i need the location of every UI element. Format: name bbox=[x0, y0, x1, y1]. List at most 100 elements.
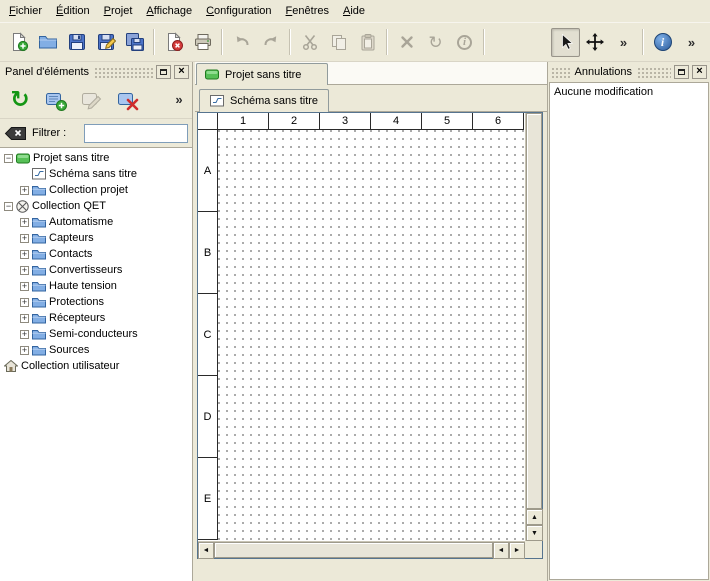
tree-item-sources[interactable]: + Sources bbox=[0, 342, 192, 358]
menu-fenetres[interactable]: Fenêtres bbox=[279, 0, 336, 22]
open-file-button[interactable] bbox=[33, 28, 62, 57]
doc-close-icon bbox=[164, 32, 184, 52]
filter-input[interactable] bbox=[84, 124, 188, 143]
tree-item-collection-projet[interactable]: +Collection projet bbox=[0, 182, 192, 198]
tree-item-capteurs[interactable]: +Capteurs bbox=[0, 230, 192, 246]
expand-toggle[interactable]: + bbox=[20, 346, 29, 355]
new-element-button[interactable] bbox=[41, 85, 71, 115]
pan-mode-button[interactable] bbox=[580, 28, 609, 57]
undo-empty-text: Aucune modification bbox=[554, 86, 653, 98]
save-as-button[interactable] bbox=[91, 28, 120, 57]
menu-fichier[interactable]: Fichier bbox=[2, 0, 49, 22]
horizontal-scrollbar-thumb[interactable] bbox=[214, 542, 493, 558]
undo-panel: Annulations Aucune modification bbox=[547, 62, 710, 581]
clear-filter-icon bbox=[4, 126, 27, 141]
float-undo-button[interactable] bbox=[674, 65, 689, 79]
schema-tab[interactable]: Schéma sans titre bbox=[199, 89, 329, 112]
expand-toggle[interactable]: + bbox=[20, 218, 29, 227]
menu-affichage[interactable]: Affichage bbox=[139, 0, 199, 22]
folder-icon bbox=[32, 249, 46, 260]
new-file-button[interactable] bbox=[4, 28, 33, 57]
undo-panel-titlebar[interactable]: Annulations bbox=[548, 62, 710, 81]
toolbar-separator bbox=[386, 29, 388, 55]
clear-filter-button[interactable] bbox=[4, 126, 27, 141]
toolbar-group bbox=[295, 28, 382, 57]
scroll-down-button[interactable]: ▼ bbox=[526, 525, 543, 541]
collapse-toggle[interactable]: − bbox=[4, 202, 13, 211]
tree-item-semi-conducteurs[interactable]: +Semi-conducteurs bbox=[0, 326, 192, 342]
copy-button[interactable] bbox=[324, 28, 353, 57]
elements-panel-titlebar[interactable]: Panel d'éléments bbox=[0, 62, 192, 81]
column-header-4: 4 bbox=[371, 113, 422, 130]
redo-button[interactable] bbox=[256, 28, 285, 57]
help-overflow-button[interactable]: » bbox=[677, 28, 706, 57]
tree-item-convertisseurs[interactable]: +Convertisseurs bbox=[0, 262, 192, 278]
toolbar-group: ↻ bbox=[392, 28, 479, 57]
horizontal-scrollbar[interactable]: ◄ ◄ ► bbox=[198, 541, 525, 558]
save-all-button[interactable] bbox=[120, 28, 149, 57]
save-button[interactable] bbox=[62, 28, 91, 57]
delete-selection-button[interactable] bbox=[392, 28, 421, 57]
column-header-6: 6 bbox=[473, 113, 524, 130]
tree-item-label: Sources bbox=[49, 344, 89, 356]
reload-collections-button[interactable]: ↻ bbox=[5, 85, 35, 115]
expand-toggle[interactable]: + bbox=[20, 266, 29, 275]
grid-corner bbox=[198, 113, 218, 130]
cut-button[interactable] bbox=[295, 28, 324, 57]
floppy-icon bbox=[67, 32, 87, 52]
menu-projet[interactable]: Projet bbox=[97, 0, 140, 22]
toolbar-separator bbox=[221, 29, 223, 55]
folder-icon bbox=[32, 265, 46, 276]
tree-item-collection-utilisateur[interactable]: Collection utilisateur bbox=[0, 358, 192, 374]
close-file-button[interactable] bbox=[159, 28, 188, 57]
tree-item-projet-sans-titre[interactable]: −Projet sans titre bbox=[0, 150, 192, 166]
undo-list[interactable]: Aucune modification bbox=[549, 82, 709, 580]
tools-overflow-button[interactable]: » bbox=[609, 28, 638, 57]
panel-overflow-button[interactable]: » bbox=[171, 85, 187, 115]
tree-item-contacts[interactable]: +Contacts bbox=[0, 246, 192, 262]
expand-toggle[interactable]: + bbox=[20, 298, 29, 307]
menu-edition[interactable]: Édition bbox=[49, 0, 97, 22]
expand-toggle[interactable]: + bbox=[20, 282, 29, 291]
expand-toggle[interactable]: + bbox=[20, 314, 29, 323]
float-panel-button[interactable] bbox=[156, 65, 171, 79]
tree-item-haute-tension[interactable]: +Haute tension bbox=[0, 278, 192, 294]
collapse-toggle[interactable]: − bbox=[4, 154, 13, 163]
folder-icon bbox=[32, 217, 46, 228]
project-icon bbox=[205, 69, 219, 80]
project-tab[interactable]: Projet sans titre bbox=[196, 63, 328, 85]
print-button[interactable] bbox=[188, 28, 217, 57]
scroll-up-button[interactable]: ▲ bbox=[526, 509, 543, 525]
scroll-left-button[interactable]: ◄ bbox=[493, 542, 509, 559]
expand-toggle[interactable]: + bbox=[20, 330, 29, 339]
schema-canvas[interactable] bbox=[218, 130, 525, 541]
vertical-scrollbar[interactable]: ▲ ▼ bbox=[525, 113, 542, 541]
paste-button[interactable] bbox=[353, 28, 382, 57]
tree-item-schema-sans-titre[interactable]: Schéma sans titre bbox=[0, 166, 192, 182]
close-undo-button[interactable] bbox=[692, 65, 707, 79]
vertical-scrollbar-thumb[interactable] bbox=[526, 113, 542, 509]
tree-item-protections[interactable]: +Protections bbox=[0, 294, 192, 310]
about-qet-button[interactable] bbox=[648, 28, 677, 57]
menu-aide[interactable]: Aide bbox=[336, 0, 372, 22]
close-panel-button[interactable] bbox=[174, 65, 189, 79]
delete-element-button[interactable] bbox=[113, 85, 143, 115]
expand-toggle[interactable]: + bbox=[20, 234, 29, 243]
edit-element-button[interactable] bbox=[77, 85, 107, 115]
expand-toggle[interactable]: + bbox=[20, 186, 29, 195]
select-mode-button[interactable] bbox=[551, 28, 580, 57]
menu-configuration[interactable]: Configuration bbox=[199, 0, 278, 22]
selection-info-button[interactable] bbox=[450, 28, 479, 57]
scroll-left-button[interactable]: ◄ bbox=[198, 542, 214, 559]
tree-item-recepteurs[interactable]: +Récepteurs bbox=[0, 310, 192, 326]
project-tab-label: Projet sans titre bbox=[225, 69, 301, 81]
scroll-right-button[interactable]: ► bbox=[509, 542, 525, 559]
row-header-D: D bbox=[198, 376, 218, 458]
element-edit-icon bbox=[80, 88, 104, 112]
rotate-selection-button[interactable]: ↻ bbox=[421, 28, 450, 57]
schema-icon bbox=[210, 95, 224, 107]
expand-toggle[interactable]: + bbox=[20, 250, 29, 259]
undo-button[interactable] bbox=[227, 28, 256, 57]
tree-item-automatisme[interactable]: +Automatisme bbox=[0, 214, 192, 230]
tree-item-collection-qet[interactable]: −Collection QET bbox=[0, 198, 192, 214]
